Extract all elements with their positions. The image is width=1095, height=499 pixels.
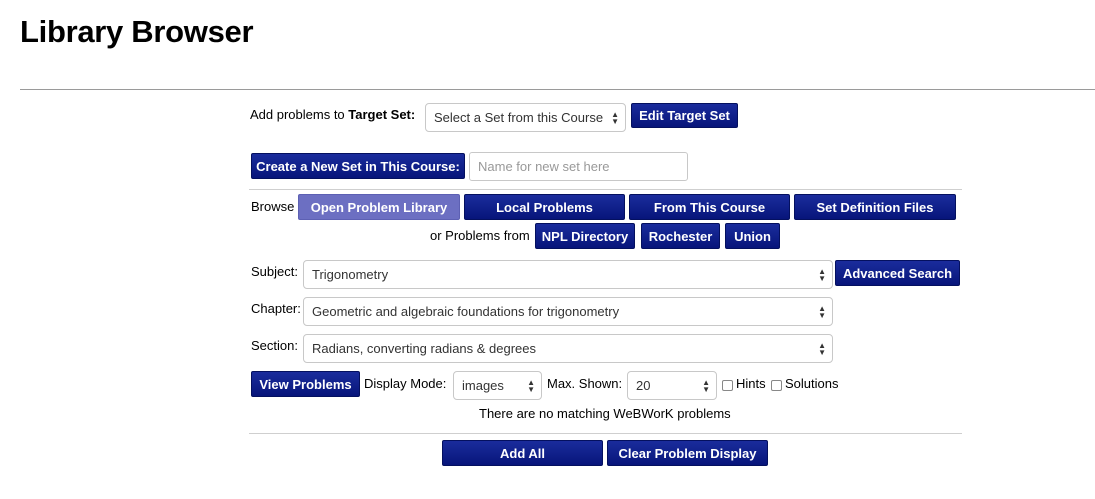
page-title: Library Browser (20, 14, 254, 49)
select-arrows-icon: ▲ ▼ (818, 266, 826, 283)
select-arrows-icon: ▲ ▼ (702, 377, 710, 394)
target-set-label-prefix: Add problems to (250, 107, 349, 122)
browse-label: Browse (251, 199, 295, 214)
create-new-set-button[interactable]: Create a New Set in This Course: (251, 153, 465, 179)
display-mode-label: Display Mode: (364, 376, 447, 391)
new-set-name-input[interactable]: Name for new set here (469, 152, 688, 181)
hints-label: Hints (736, 376, 766, 391)
display-mode-value: images (462, 378, 504, 393)
advanced-search-button[interactable]: Advanced Search (835, 260, 960, 286)
max-shown-label: Max. Shown: (547, 376, 623, 391)
section-label: Section: (251, 338, 298, 353)
display-mode-select[interactable]: images ▲ ▼ (453, 371, 542, 400)
section-divider (249, 189, 962, 190)
chapter-label: Chapter: (251, 301, 301, 316)
max-shown-select[interactable]: 20 ▲ ▼ (627, 371, 717, 400)
view-problems-button[interactable]: View Problems (251, 371, 360, 397)
solutions-checkbox[interactable] (771, 380, 782, 391)
section-select[interactable]: Radians, converting radians & degrees ▲ ▼ (303, 334, 833, 363)
tab-set-definition-files[interactable]: Set Definition Files (794, 194, 956, 220)
target-set-select-value: Select a Set from this Course (434, 110, 604, 125)
select-arrows-icon: ▲ ▼ (818, 340, 826, 357)
tab-local-problems[interactable]: Local Problems (464, 194, 625, 220)
solutions-label: Solutions (785, 376, 839, 391)
rochester-button[interactable]: Rochester (641, 223, 720, 249)
edit-target-set-button[interactable]: Edit Target Set (631, 103, 738, 128)
target-set-label: Add problems to Target Set: (250, 107, 415, 122)
npl-directory-button[interactable]: NPL Directory (535, 223, 635, 249)
subject-select[interactable]: Trigonometry ▲ ▼ (303, 260, 833, 289)
hints-checkbox[interactable] (722, 380, 733, 391)
select-arrows-icon: ▲ ▼ (818, 303, 826, 320)
clear-problem-display-button[interactable]: Clear Problem Display (607, 440, 768, 466)
union-button[interactable]: Union (725, 223, 780, 249)
target-set-label-bold: Target Set: (348, 107, 416, 122)
section-select-value: Radians, converting radians & degrees (312, 341, 537, 356)
target-set-select[interactable]: Select a Set from this Course ▲ ▼ (425, 103, 626, 132)
select-arrows-icon: ▲ ▼ (611, 109, 619, 126)
subject-label: Subject: (251, 264, 298, 279)
tab-open-problem-library[interactable]: Open Problem Library (298, 194, 460, 220)
no-problems-message: There are no matching WeBWorK problems (479, 406, 731, 421)
chapter-select[interactable]: Geometric and algebraic foundations for … (303, 297, 833, 326)
footer-divider (249, 433, 962, 434)
tab-from-this-course[interactable]: From This Course (629, 194, 790, 220)
add-all-button[interactable]: Add All (442, 440, 603, 466)
title-divider (20, 89, 1095, 90)
chapter-select-value: Geometric and algebraic foundations for … (312, 304, 620, 319)
or-problems-from-label: or Problems from (430, 228, 530, 243)
max-shown-value: 20 (636, 378, 651, 393)
subject-select-value: Trigonometry (312, 267, 389, 282)
select-arrows-icon: ▲ ▼ (527, 377, 535, 394)
